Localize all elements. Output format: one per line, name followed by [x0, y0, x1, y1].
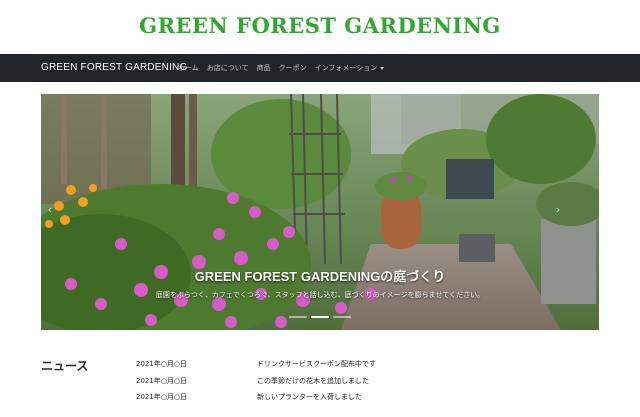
site-logo[interactable]: GREEN FOREST GARDENING: [0, 13, 640, 38]
news-heading: ニュース: [41, 359, 89, 373]
carousel-indicator-active[interactable]: [311, 316, 329, 318]
carousel-indicators: [41, 316, 599, 318]
nav-dropdown-label: インフォメーション: [314, 64, 378, 72]
news-date: 2021年○月○日: [136, 376, 188, 385]
carousel-indicator[interactable]: [333, 316, 351, 318]
caret-down-icon: [380, 66, 385, 70]
site-header: GREEN FOREST GARDENING: [0, 0, 640, 54]
nav-link-home[interactable]: ホーム: [178, 54, 199, 82]
carousel-indicator[interactable]: [289, 316, 307, 318]
news-item: 2021年○月○日 この季節だけの花木を追加しました: [136, 373, 376, 390]
news-list: 2021年○月○日 ドリンクサービスクーポン配布中です 2021年○月○日 この…: [136, 356, 376, 406]
nav-dropdown-information[interactable]: インフォメーション: [315, 54, 385, 82]
news-title[interactable]: 新しいプランターを入荷しました: [257, 392, 362, 402]
carousel-caption-text: 庭園をぶらつく、カフェでくつろぐ、スタッフと話し込む、庭づくりのイメージを膨らま…: [155, 291, 485, 299]
carousel-caption-title: GREEN FOREST GARDENINGの庭づくり: [194, 269, 446, 284]
news-item: 2021年○月○日 ドリンクサービスクーポン配布中です: [136, 356, 376, 373]
news-title[interactable]: ドリンクサービスクーポン配布中です: [257, 359, 376, 369]
news-date: 2021年○月○日: [136, 360, 188, 369]
nav-links: ホーム お店について 商品 クーポン インフォメーション: [178, 54, 392, 82]
news-item: 2021年○月○日 新しいプランターを入荷しました: [136, 389, 376, 406]
navbar: GREEN FOREST GARDENING ホーム お店について 商品 クーポ…: [0, 54, 640, 82]
carousel-next-icon[interactable]: ›: [553, 202, 563, 218]
hero-carousel[interactable]: ‹ › GREEN FOREST GARDENINGの庭づくり 庭園をぶらつく、…: [41, 94, 599, 330]
carousel-prev-icon[interactable]: ‹: [45, 202, 55, 218]
news-date: 2021年○月○日: [136, 393, 188, 402]
nav-link-coupon[interactable]: クーポン: [279, 54, 307, 82]
news-title[interactable]: この季節だけの花木を追加しました: [257, 376, 369, 386]
navbar-brand[interactable]: GREEN FOREST GARDENING: [41, 54, 187, 82]
nav-link-about[interactable]: お店について: [207, 54, 249, 82]
nav-link-products[interactable]: 商品: [257, 54, 271, 82]
